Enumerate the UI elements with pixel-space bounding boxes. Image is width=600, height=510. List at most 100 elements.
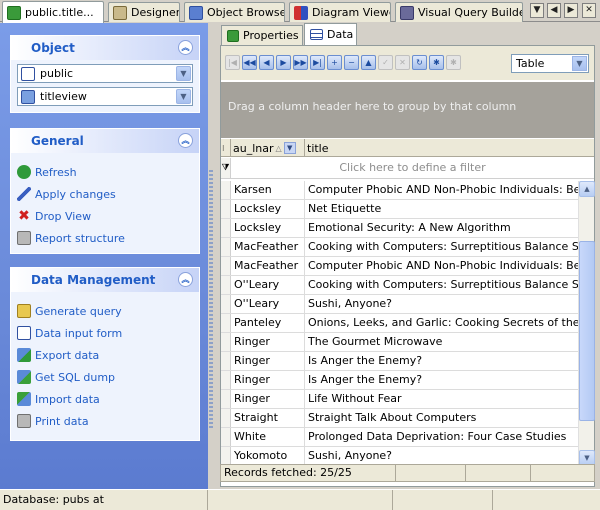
doc-tab-visual-query-builder[interactable]: Visual Query Builder — [395, 2, 523, 22]
table-row[interactable]: O''Leary Sushi, Anyone? — [221, 295, 578, 314]
tab-data[interactable]: Data — [304, 23, 357, 45]
generate-query-link[interactable]: Generate query — [11, 300, 199, 322]
cell-au-lname[interactable]: Straight — [231, 409, 305, 427]
row-indicator[interactable] — [221, 371, 231, 389]
cell-au-lname[interactable]: Locksley — [231, 219, 305, 237]
doc-tab-object-browser[interactable]: Object Browser — [184, 2, 285, 22]
cell-title[interactable]: Cooking with Computers: Surreptitious Ba… — [305, 276, 578, 294]
delete-record-button[interactable]: − — [344, 55, 359, 70]
table-row[interactable]: Ringer Life Without Fear — [221, 390, 578, 409]
cell-title[interactable]: Straight Talk About Computers — [305, 409, 578, 427]
cell-title[interactable]: Net Etiquette — [305, 200, 578, 218]
refresh-link[interactable]: Refresh — [11, 161, 199, 183]
cell-title[interactable]: Sushi, Anyone? — [305, 447, 578, 465]
cell-au-lname[interactable]: Locksley — [231, 200, 305, 218]
doc-tab-designer[interactable]: Designer — [108, 2, 180, 22]
chevron-down-icon[interactable]: ▼ — [176, 89, 191, 104]
cell-title[interactable]: Cooking with Computers: Surreptitious Ba… — [305, 238, 578, 256]
save-bookmark-button[interactable]: ✱ — [429, 55, 444, 70]
close-tab-button[interactable]: ✕ — [582, 3, 596, 18]
collapse-icon[interactable]: ︽ — [178, 40, 193, 55]
get-sql-dump-link[interactable]: Get SQL dump — [11, 366, 199, 388]
post-edit-button[interactable]: ✓ — [378, 55, 393, 70]
cell-title[interactable]: Prolonged Data Deprivation: Four Case St… — [305, 428, 578, 446]
next-page-button[interactable]: ▶▶ — [293, 55, 308, 70]
cell-title[interactable]: The Gourmet Microwave — [305, 333, 578, 351]
scroll-up-arrow[interactable]: ▲ — [579, 181, 595, 197]
collapse-icon[interactable]: ︽ — [178, 272, 193, 287]
object-select[interactable]: titleview ▼ — [17, 87, 193, 106]
cell-au-lname[interactable]: MacFeather — [231, 238, 305, 256]
table-row[interactable]: Straight Straight Talk About Computers — [221, 409, 578, 428]
collapse-icon[interactable]: ︽ — [178, 133, 193, 148]
report-structure-link[interactable]: Report structure — [11, 227, 199, 249]
row-indicator[interactable] — [221, 238, 231, 256]
row-indicator[interactable] — [221, 409, 231, 427]
row-indicator[interactable] — [221, 428, 231, 446]
prior-page-button[interactable]: ◀◀ — [242, 55, 257, 70]
cell-title[interactable]: Sushi, Anyone? — [305, 295, 578, 313]
apply-changes-link[interactable]: Apply changes — [11, 183, 199, 205]
table-row[interactable]: Panteley Onions, Leeks, and Garlic: Cooki… — [221, 314, 578, 333]
group-by-box[interactable]: Drag a column header here to group by th… — [221, 82, 594, 138]
data-management-panel-header[interactable]: Data Management ︽ — [11, 268, 199, 292]
cell-au-lname[interactable]: Yokomoto — [231, 447, 305, 465]
cell-au-lname[interactable]: Ringer — [231, 333, 305, 351]
doc-tab-titleview[interactable]: public.title... — [2, 1, 104, 23]
chevron-down-icon[interactable]: ▼ — [572, 56, 587, 71]
tab-scroll-left-button[interactable]: ◀ — [547, 3, 561, 18]
cell-au-lname[interactable]: Ringer — [231, 352, 305, 370]
schema-select[interactable]: public ▼ — [17, 64, 193, 83]
row-indicator[interactable] — [221, 257, 231, 275]
doc-tab-diagram-viewer[interactable]: Diagram Viewer — [289, 2, 391, 22]
column-header-au-lname[interactable]: au_lnar △ ▼ — [231, 139, 305, 157]
data-input-form-link[interactable]: Data input form — [11, 322, 199, 344]
row-indicator[interactable] — [221, 352, 231, 370]
table-row[interactable]: Karsen Computer Phobic AND Non-Phobic Ind… — [221, 181, 578, 200]
last-record-button[interactable]: ▶| — [310, 55, 325, 70]
cell-au-lname[interactable]: Ringer — [231, 390, 305, 408]
define-filter-cell[interactable]: Click here to define a filter — [231, 158, 594, 178]
cancel-edit-button[interactable]: ✕ — [395, 55, 410, 70]
insert-record-button[interactable]: + — [327, 55, 342, 70]
print-data-link[interactable]: Print data — [11, 410, 199, 432]
row-indicator-header[interactable]: ⁝ — [221, 139, 231, 157]
vertical-scrollbar[interactable]: ▲ ▼ — [578, 181, 595, 466]
row-indicator[interactable] — [221, 200, 231, 218]
row-indicator[interactable] — [221, 333, 231, 351]
cell-au-lname[interactable]: Karsen — [231, 181, 305, 199]
next-record-button[interactable]: ▶ — [276, 55, 291, 70]
tab-list-button[interactable]: ▼ — [530, 3, 544, 18]
cell-au-lname[interactable]: Panteley — [231, 314, 305, 332]
cell-title[interactable]: Computer Phobic AND Non-Phobic Individua… — [305, 181, 578, 199]
table-row[interactable]: MacFeather Cooking with Computers: Surrep… — [221, 238, 578, 257]
prior-record-button[interactable]: ◀ — [259, 55, 274, 70]
tab-scroll-right-button[interactable]: ▶ — [564, 3, 578, 18]
cell-title[interactable]: Is Anger the Enemy? — [305, 352, 578, 370]
table-row[interactable]: Locksley Emotional Security: A New Algori… — [221, 219, 578, 238]
drop-view-link[interactable]: ✖ Drop View — [11, 205, 199, 227]
row-indicator[interactable] — [221, 314, 231, 332]
tab-properties[interactable]: Properties — [221, 25, 303, 45]
row-indicator[interactable] — [221, 447, 231, 465]
cell-au-lname[interactable]: MacFeather — [231, 257, 305, 275]
table-row[interactable]: Ringer Is Anger the Enemy? — [221, 371, 578, 390]
filter-row[interactable]: ⧩ Click here to define a filter — [221, 158, 594, 179]
cell-title[interactable]: Is Anger the Enemy? — [305, 371, 578, 389]
row-indicator[interactable] — [221, 295, 231, 313]
vertical-scroll-thumb[interactable] — [579, 241, 595, 421]
view-mode-select[interactable]: Table ▼ — [511, 54, 589, 73]
cell-au-lname[interactable]: O''Leary — [231, 276, 305, 294]
first-record-button[interactable]: |◀ — [225, 55, 240, 70]
table-row[interactable]: MacFeather Computer Phobic AND Non-Phobic… — [221, 257, 578, 276]
goto-bookmark-button[interactable]: ✱ — [446, 55, 461, 70]
export-data-link[interactable]: Export data — [11, 344, 199, 366]
refresh-records-button[interactable]: ↻ — [412, 55, 427, 70]
column-filter-dropdown-icon[interactable]: ▼ — [283, 142, 296, 154]
row-indicator[interactable] — [221, 181, 231, 199]
table-row[interactable]: Ringer The Gourmet Microwave — [221, 333, 578, 352]
general-panel-header[interactable]: General ︽ — [11, 129, 199, 153]
cell-title[interactable]: Life Without Fear — [305, 390, 578, 408]
chevron-down-icon[interactable]: ▼ — [176, 66, 191, 81]
cell-title[interactable]: Onions, Leeks, and Garlic: Cooking Secre… — [305, 314, 578, 332]
